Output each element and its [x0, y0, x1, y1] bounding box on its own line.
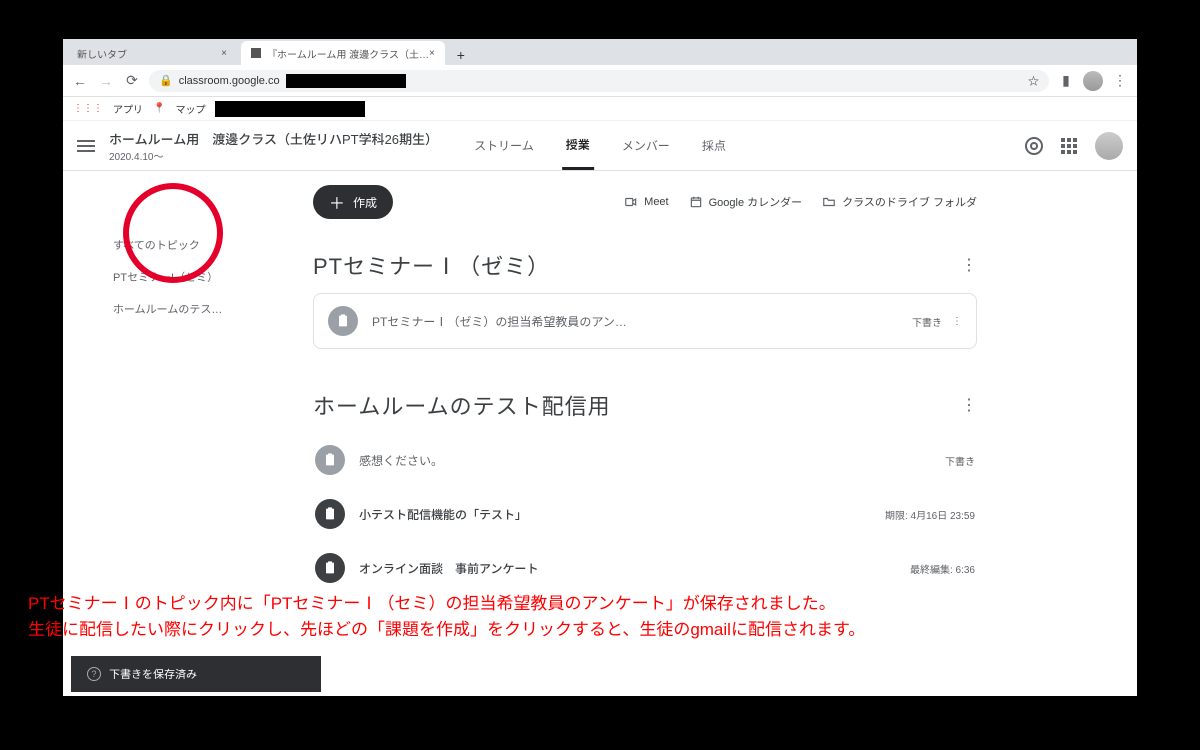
plus-icon: ＋	[329, 190, 345, 214]
folder-icon	[822, 195, 836, 209]
class-title: ホームルーム用 渡邊クラス（土佐リハPT学科26期生）	[109, 129, 438, 148]
bookmark-apps[interactable]: アプリ	[113, 101, 143, 116]
sidebar-topic-1[interactable]: PTセミナーI（ゼミ）	[113, 261, 263, 293]
topic-title: PTセミナーⅠ（ゼミ）	[313, 249, 550, 281]
assignment-icon	[315, 499, 345, 529]
browser-toolbar: ← → ⟳ 🔒 classroom.google.co ☆ ▮ ⋮	[63, 65, 1137, 97]
apps-icon[interactable]: ⋮⋮⋮	[73, 103, 103, 114]
favicon	[251, 48, 261, 58]
classwork-main: ＋ 作成 Meet Google カレンダー クラスのドライブ フォルダ	[313, 185, 1137, 595]
assignment-row[interactable]: 小テスト配信機能の「テスト」 期限: 4月16日 23:59	[313, 487, 977, 541]
tab-label: 新しいタブ	[77, 46, 127, 61]
assignment-icon	[315, 553, 345, 583]
reload-icon[interactable]: ⟳	[123, 72, 141, 90]
assignment-title: PTセミナーⅠ（ゼミ）の担当希望教員のアン…	[372, 313, 627, 330]
redacted-url	[286, 74, 406, 88]
tab-members[interactable]: メンバー	[618, 121, 674, 170]
sidebar-topic-2[interactable]: ホームルームのテス…	[113, 293, 263, 325]
tab-grades[interactable]: 採点	[698, 121, 730, 170]
profile-avatar-small[interactable]	[1083, 71, 1103, 91]
calendar-icon	[689, 195, 703, 209]
assignment-row[interactable]: 感想ください。 下書き	[313, 433, 977, 487]
menu-icon[interactable]	[77, 140, 95, 152]
tab-label: 『ホームルーム用 渡邊クラス（土…	[267, 46, 429, 61]
bookmarks-bar: ⋮⋮⋮ アプリ 📍 マップ	[63, 97, 1137, 121]
lock-icon: 🔒	[159, 74, 173, 87]
new-tab-button[interactable]: +	[451, 45, 471, 65]
topic-header-1[interactable]: PTセミナーⅠ（ゼミ） ⋮	[313, 237, 977, 293]
extension-icon[interactable]: ▮	[1057, 72, 1075, 90]
class-title-block[interactable]: ホームルーム用 渡邊クラス（土佐リハPT学科26期生） 2020.4.10〜	[109, 129, 438, 163]
url-text: classroom.google.co	[179, 75, 280, 87]
create-button[interactable]: ＋ 作成	[313, 185, 393, 219]
topic-sidebar: すべてのトピック PTセミナーI（ゼミ） ホームルームのテス…	[63, 185, 313, 595]
assignment-row[interactable]: オンライン面談 事前アンケート 最終編集: 6:36	[313, 541, 977, 595]
close-icon[interactable]: ×	[221, 48, 227, 59]
tab-classwork[interactable]: 授業	[562, 121, 594, 170]
assignment-title: 小テスト配信機能の「テスト」	[359, 506, 527, 523]
assignment-title: オンライン面談 事前アンケート	[359, 560, 539, 577]
classroom-tabs: ストリーム 授業 メンバー 採点	[470, 121, 730, 170]
kebab-icon[interactable]: ⋮	[961, 395, 977, 415]
redacted-bookmark	[215, 101, 365, 117]
browser-tab-2[interactable]: 『ホームルーム用 渡邊クラス（土… ×	[241, 41, 445, 65]
assignment-status: 下書き	[912, 314, 942, 329]
topic-header-2[interactable]: ホームルームのテスト配信用 ⋮	[313, 377, 977, 433]
assignment-status: 下書き	[945, 453, 975, 468]
video-icon	[624, 195, 638, 209]
assignment-icon	[328, 306, 358, 336]
kebab-icon[interactable]: ⋮	[1111, 72, 1129, 90]
browser-tabstrip: 新しいタブ × 『ホームルーム用 渡邊クラス（土… × +	[63, 39, 1137, 65]
sidebar-all-topics[interactable]: すべてのトピック	[113, 229, 263, 261]
apps-waffle-icon[interactable]	[1061, 138, 1077, 154]
drive-folder-link[interactable]: クラスのドライブ フォルダ	[822, 194, 977, 210]
browser-tab-1[interactable]: 新しいタブ ×	[67, 41, 237, 65]
profile-avatar[interactable]	[1095, 132, 1123, 160]
kebab-icon[interactable]: ⋮	[952, 316, 962, 327]
assignment-due: 期限: 4月16日 23:59	[885, 507, 975, 522]
maps-icon: 📍	[153, 103, 165, 114]
assignment-row[interactable]: PTセミナーⅠ（ゼミ）の担当希望教員のアン… 下書き ⋮	[313, 293, 977, 349]
assignment-title: 感想ください。	[359, 452, 443, 469]
meet-link[interactable]: Meet	[624, 195, 668, 209]
address-bar[interactable]: 🔒 classroom.google.co ☆	[149, 70, 1049, 92]
bookmark-star-icon[interactable]: ☆	[1028, 73, 1039, 89]
annotation-text: PTセミナーⅠのトピック内に「PTセミナーⅠ（セミ）の担当希望教員のアンケート」…	[28, 591, 1178, 642]
gear-icon[interactable]	[1025, 137, 1043, 155]
assignment-icon	[315, 445, 345, 475]
close-icon[interactable]: ×	[429, 48, 435, 59]
bookmark-maps[interactable]: マップ	[175, 101, 205, 116]
create-label: 作成	[353, 194, 377, 211]
tab-stream[interactable]: ストリーム	[470, 121, 538, 170]
help-icon[interactable]: ?	[87, 667, 101, 681]
assignment-edited: 最終編集: 6:36	[910, 561, 975, 576]
forward-icon[interactable]: →	[97, 72, 115, 90]
class-subtitle: 2020.4.10〜	[109, 148, 438, 163]
calendar-link[interactable]: Google カレンダー	[689, 194, 803, 210]
kebab-icon[interactable]: ⋮	[961, 255, 977, 275]
back-icon[interactable]: ←	[71, 72, 89, 90]
classroom-header: ホームルーム用 渡邊クラス（土佐リハPT学科26期生） 2020.4.10〜 ス…	[63, 121, 1137, 171]
toast-saved: ? 下書きを保存済み	[71, 656, 321, 692]
toast-text: 下書きを保存済み	[109, 666, 197, 682]
topic-title: ホームルームのテスト配信用	[313, 389, 611, 421]
